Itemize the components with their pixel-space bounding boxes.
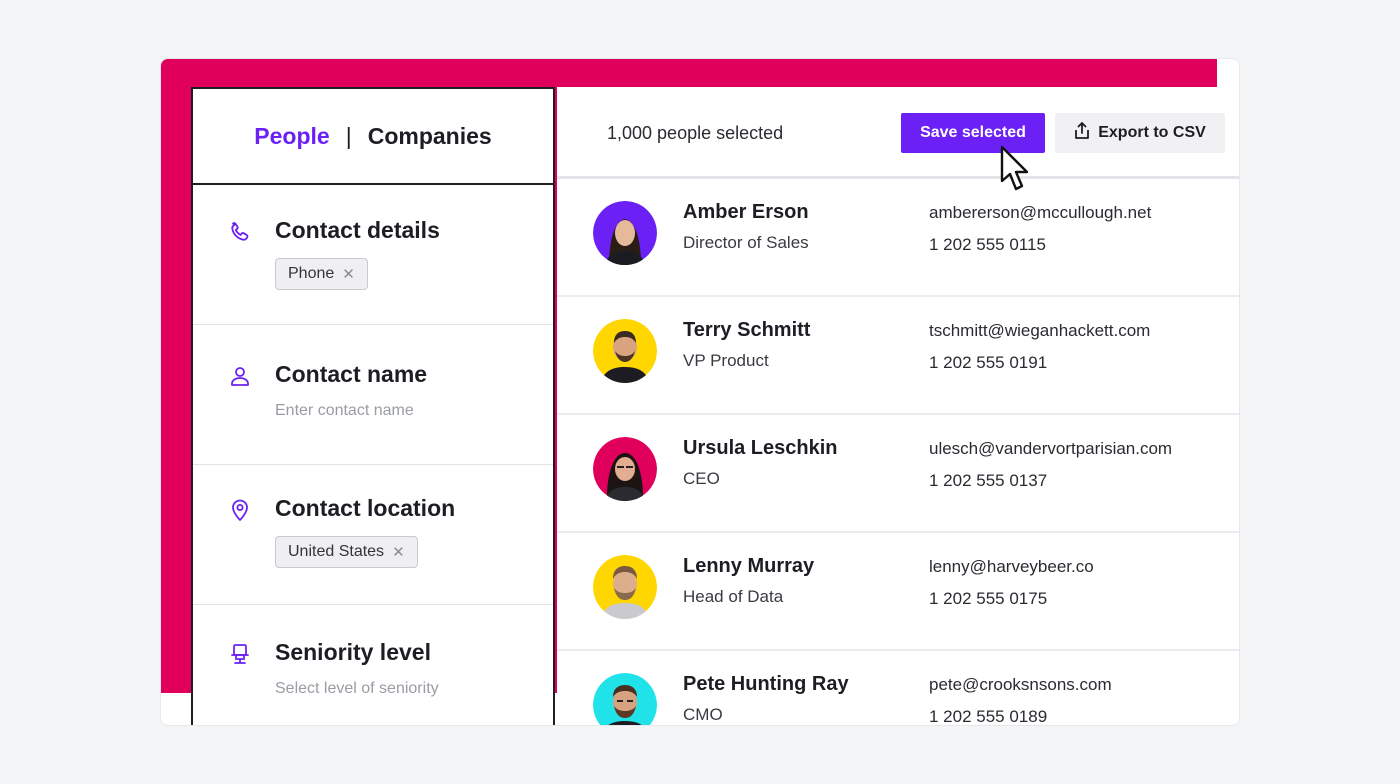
list-item[interactable]: Ursula Leschkin CEO ulesch@vandervortpar… xyxy=(557,415,1239,533)
chip-label: United States xyxy=(288,543,385,560)
person-email[interactable]: lenny@harveybeer.co xyxy=(929,557,1094,577)
remove-chip-icon[interactable]: ✕ xyxy=(342,265,355,283)
remove-chip-icon[interactable]: ✕ xyxy=(392,543,405,561)
seniority-level-select[interactable]: Select level of seniority xyxy=(275,680,553,698)
person-title: Director of Sales xyxy=(683,233,809,252)
avatar-amber xyxy=(593,201,657,265)
person-name: Terry Schmitt xyxy=(683,319,811,341)
person-email[interactable]: ulesch@vandervortparisian.com xyxy=(929,439,1172,459)
avatar-ursula xyxy=(593,437,657,501)
export-label: Export to CSV xyxy=(1098,124,1206,141)
person-name: Ursula Leschkin xyxy=(683,437,838,459)
people-list: Amber Erson Director of Sales ambererson… xyxy=(557,179,1239,726)
avatar-pete xyxy=(593,673,657,725)
chip-label: Phone xyxy=(288,265,335,282)
tab-separator: | xyxy=(345,122,352,149)
avatar xyxy=(593,319,657,383)
location-pin-icon xyxy=(227,497,253,523)
person-phone: 1 202 555 0191 xyxy=(929,353,1048,372)
app-card: People | Companies Contact details Phone… xyxy=(160,58,1240,726)
list-item[interactable]: Terry Schmitt VP Product tschmitt@wiegan… xyxy=(557,297,1239,415)
person-icon xyxy=(227,363,253,389)
tab-bar: People | Companies xyxy=(193,89,553,185)
avatar xyxy=(593,673,657,725)
selected-count: 1,000 people selected xyxy=(607,123,784,143)
list-item[interactable]: Pete Hunting Ray CMO pete@crooksnsons.co… xyxy=(557,651,1239,726)
results-toolbar: 1,000 people selected Save selected Expo… xyxy=(557,87,1239,191)
tab-companies[interactable]: Companies xyxy=(368,123,492,150)
share-icon xyxy=(1074,121,1090,145)
filter-panel: People | Companies Contact details Phone… xyxy=(191,87,555,725)
person-phone: 1 202 555 0137 xyxy=(929,471,1048,490)
person-title: CMO xyxy=(683,705,723,724)
avatar xyxy=(593,555,657,619)
results-panel: 1,000 people selected Save selected Expo… xyxy=(557,87,1239,726)
person-email[interactable]: pete@crooksnsons.com xyxy=(929,675,1112,695)
filter-contact-location[interactable]: Contact location United States ✕ xyxy=(193,465,553,605)
person-title: Head of Data xyxy=(683,587,784,606)
person-name: Lenny Murray xyxy=(683,555,815,577)
list-item[interactable]: Amber Erson Director of Sales ambererson… xyxy=(557,179,1239,297)
filter-contact-details[interactable]: Contact details Phone ✕ xyxy=(193,185,553,325)
filter-contact-name[interactable]: Contact name Enter contact name xyxy=(193,325,553,465)
person-phone: 1 202 555 0115 xyxy=(929,235,1046,254)
avatar xyxy=(593,201,657,265)
person-email[interactable]: tschmitt@wieganhackett.com xyxy=(929,321,1150,341)
person-phone: 1 202 555 0189 xyxy=(929,707,1048,726)
filter-title: Seniority level xyxy=(275,639,431,665)
person-title: VP Product xyxy=(683,351,769,370)
filter-title: Contact location xyxy=(275,495,456,521)
phone-chip[interactable]: Phone ✕ xyxy=(275,258,368,290)
avatar xyxy=(593,437,657,501)
person-name: Amber Erson xyxy=(683,201,809,223)
avatar-terry xyxy=(593,319,657,383)
chair-icon xyxy=(227,641,253,667)
person-title: CEO xyxy=(683,469,720,488)
export-csv-button[interactable]: Export to CSV xyxy=(1055,113,1225,153)
person-phone: 1 202 555 0175 xyxy=(929,589,1048,608)
avatar-lenny xyxy=(593,555,657,619)
contact-name-input[interactable]: Enter contact name xyxy=(275,402,553,420)
filter-title: Contact details xyxy=(275,217,440,243)
person-email[interactable]: ambererson@mccullough.net xyxy=(929,203,1151,223)
tab-people[interactable]: People xyxy=(254,123,329,150)
list-item[interactable]: Lenny Murray Head of Data lenny@harveybe… xyxy=(557,533,1239,651)
person-name: Pete Hunting Ray xyxy=(683,673,849,695)
filter-title: Contact name xyxy=(275,361,428,387)
filter-seniority-level[interactable]: Seniority level Select level of seniorit… xyxy=(193,605,553,725)
location-chip[interactable]: United States ✕ xyxy=(275,536,418,568)
phone-icon xyxy=(227,219,253,245)
